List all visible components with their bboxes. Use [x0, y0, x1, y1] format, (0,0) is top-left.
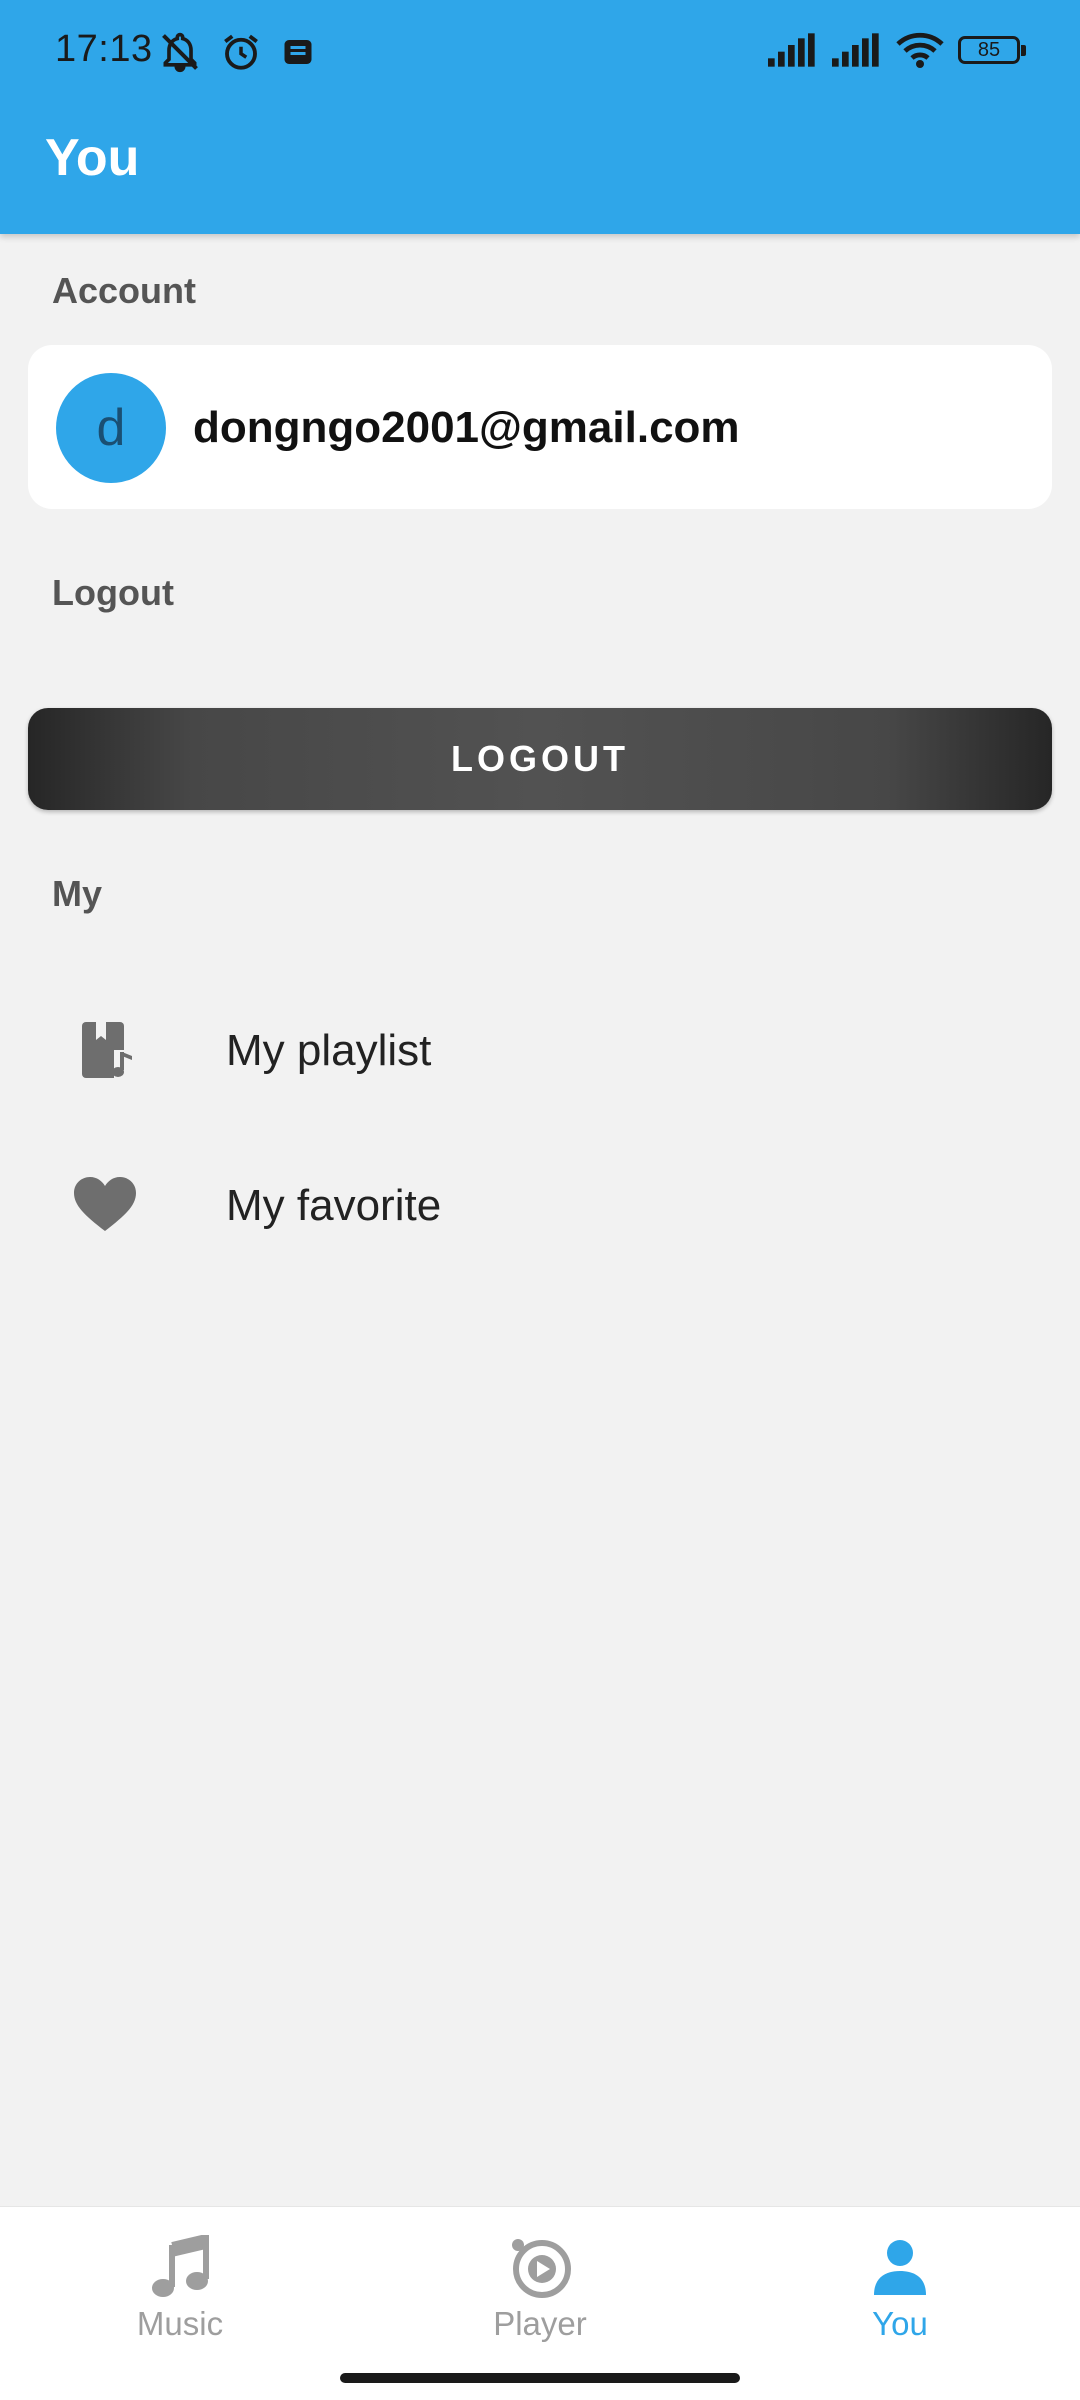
- home-indicator[interactable]: [340, 2373, 740, 2383]
- account-card[interactable]: d dongngo2001@gmail.com: [28, 345, 1052, 509]
- status-icons-left: [158, 30, 316, 74]
- muted-bell-icon: [162, 32, 198, 73]
- my-section-label: My: [52, 873, 103, 914]
- status-icons-right: 85: [768, 32, 1026, 68]
- bottom-nav: Music Player You: [0, 2206, 1080, 2400]
- nav-item-you[interactable]: You: [800, 2235, 1000, 2355]
- menu-label: My favorite: [226, 1181, 442, 1230]
- status-time: 17:13: [55, 28, 153, 70]
- battery-icon: 85: [958, 36, 1026, 64]
- person-icon: [874, 2240, 926, 2295]
- logout-section-label: Logout: [52, 572, 174, 613]
- nav-item-music[interactable]: Music: [80, 2235, 280, 2355]
- wifi-icon: [896, 32, 944, 68]
- signal-icon-2: [832, 33, 879, 67]
- signal-icon: [768, 33, 815, 67]
- nav-label-you: You: [872, 2305, 928, 2342]
- menu-item-my-favorite[interactable]: My favorite: [0, 1145, 1080, 1265]
- heart-icon: [74, 1177, 136, 1231]
- notification-icon: [284, 40, 312, 64]
- app-bar: 17:13 85 You: [0, 0, 1080, 234]
- page-title: You: [45, 129, 140, 187]
- status-bar: 17:13 85: [0, 0, 1080, 105]
- screen: 17:13 85 You Account d dongngo2001@gmail…: [0, 0, 1080, 2400]
- menu-item-my-playlist[interactable]: My playlist: [0, 990, 1080, 1110]
- logout-button[interactable]: LOGOUT: [28, 708, 1052, 810]
- menu-label: My playlist: [226, 1026, 432, 1075]
- nav-item-player[interactable]: Player: [440, 2235, 640, 2355]
- nav-label-music: Music: [136, 2305, 224, 2342]
- player-icon: [512, 2239, 571, 2298]
- account-section-label: Account: [52, 270, 196, 311]
- battery-level: 85: [977, 38, 1001, 61]
- account-email: dongngo2001@gmail.com: [193, 403, 740, 452]
- alarm-icon: [224, 34, 258, 70]
- nav-label-player: Player: [493, 2305, 587, 2342]
- playlist-icon: [82, 1022, 136, 1080]
- music-note-icon: [152, 2235, 209, 2297]
- avatar: d: [56, 373, 166, 483]
- avatar-letter: d: [96, 399, 126, 457]
